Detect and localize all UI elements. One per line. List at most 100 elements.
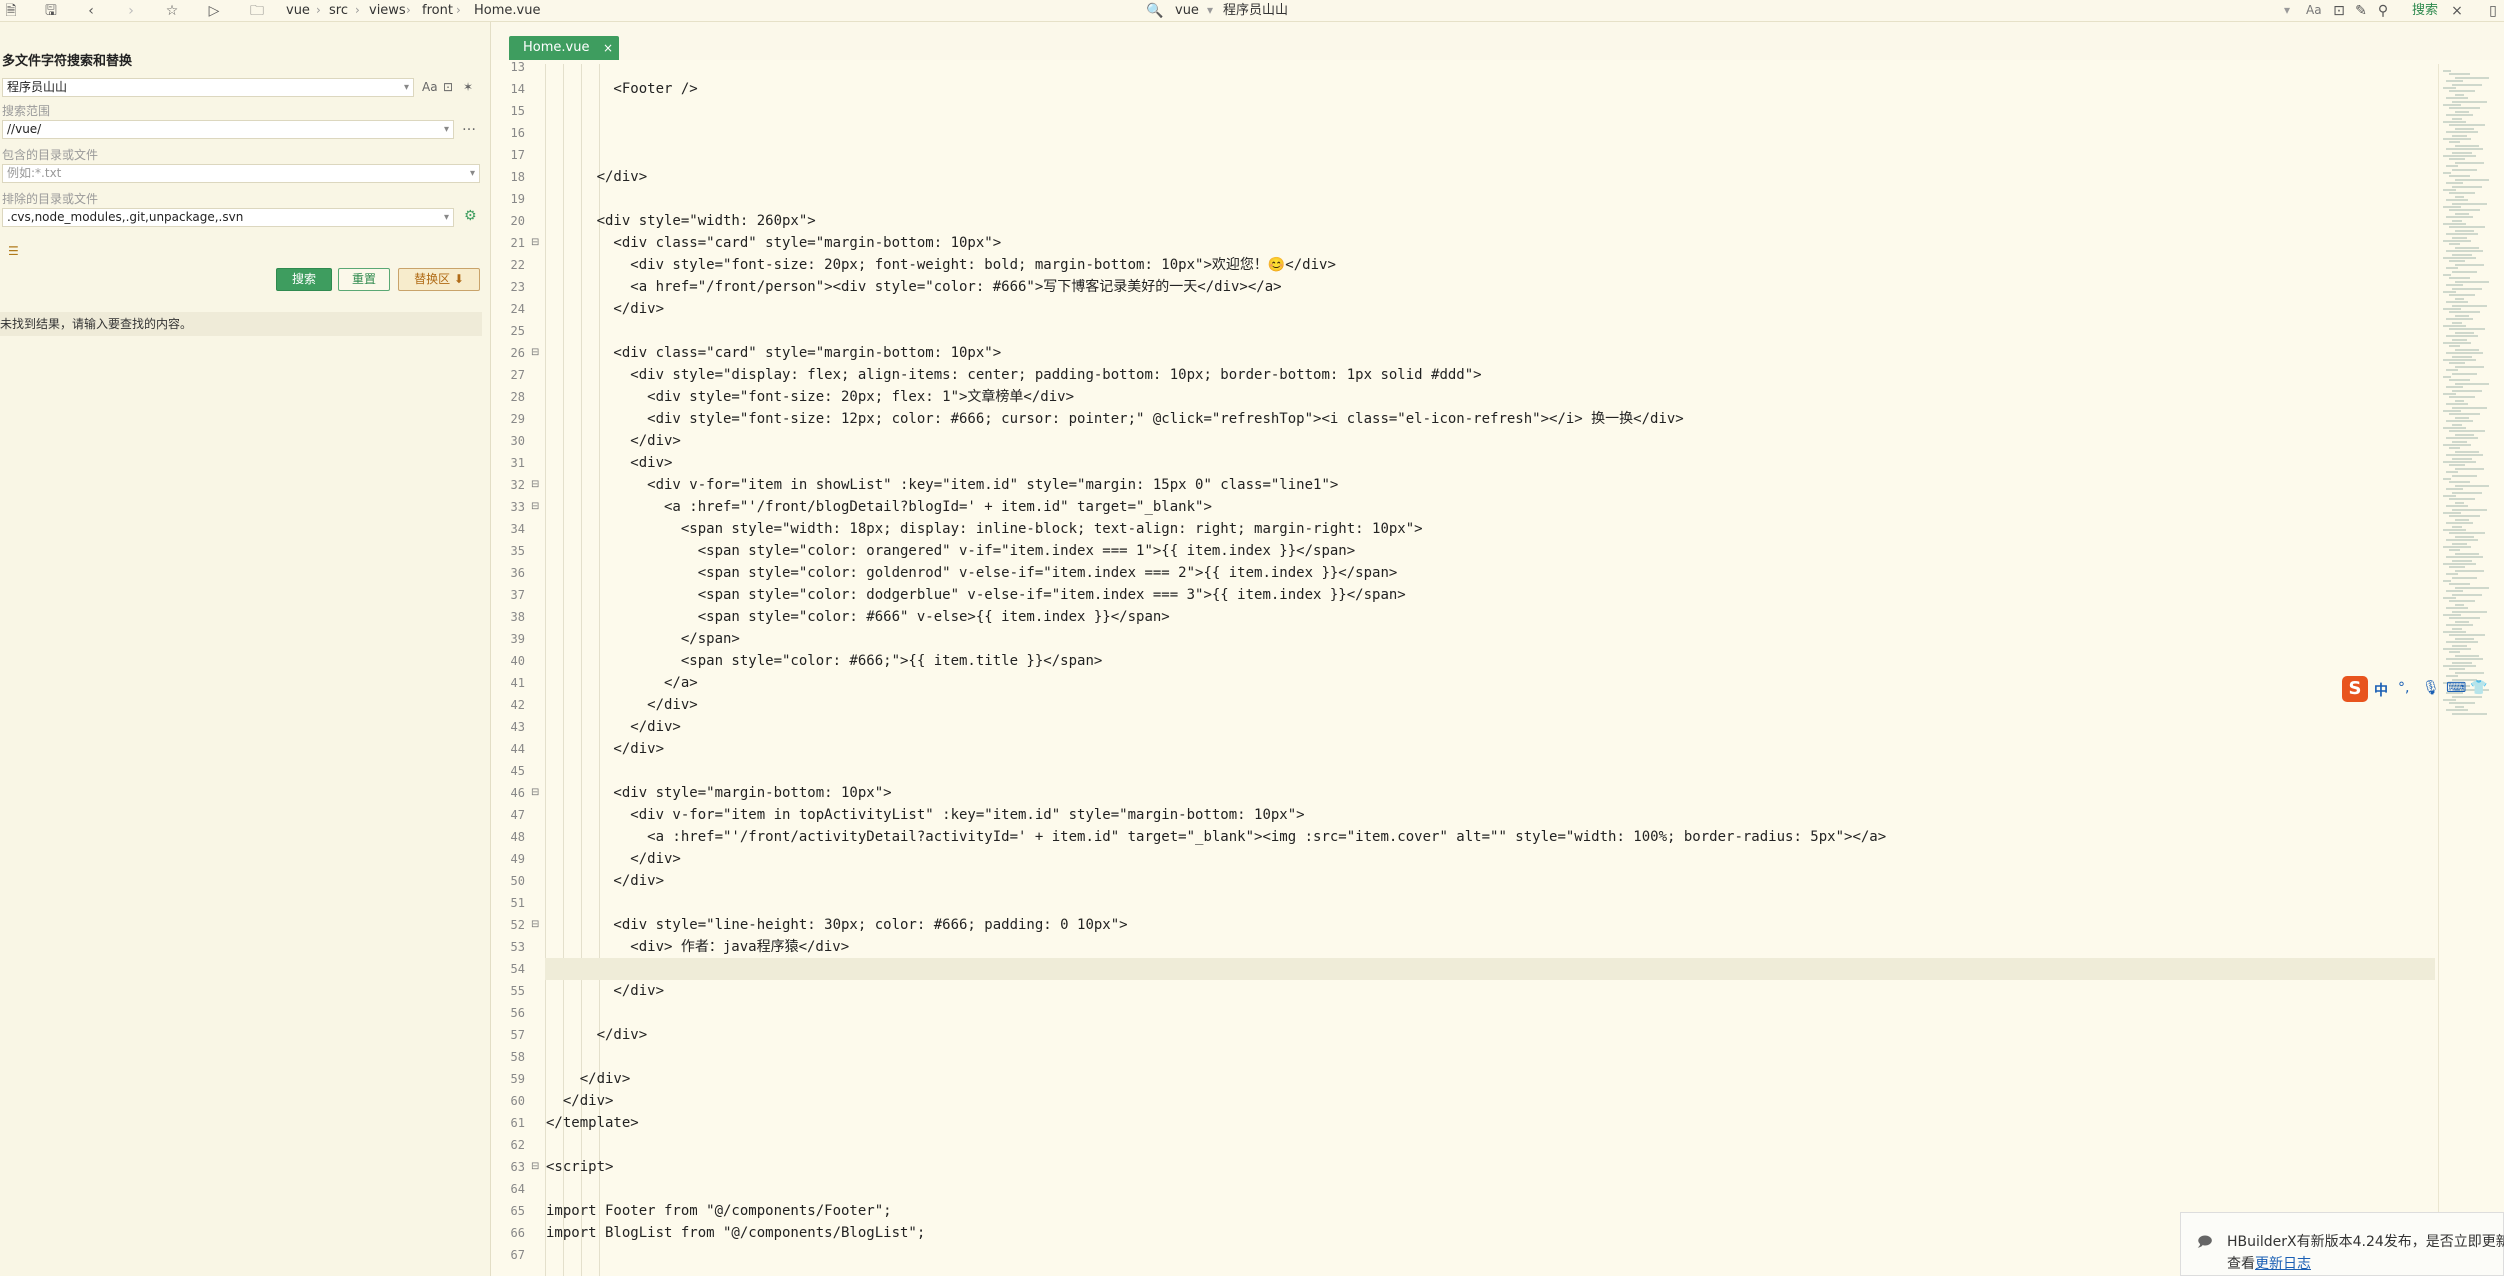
code-line[interactable]: </template> [546,1112,639,1134]
punctuation-icon[interactable]: °, [2398,680,2409,696]
code-line[interactable]: <span style="color: orangered" v-if="ite… [546,540,1355,562]
skin-icon[interactable]: 👕 [2470,680,2487,696]
code-line[interactable]: <div> [546,452,672,474]
breadcrumb-item[interactable]: src [329,2,348,19]
chevron-down-icon[interactable]: ▾ [404,79,409,96]
code-line[interactable]: </div> [546,1024,648,1046]
code-line[interactable]: <span style="width: 18px; display: inlin… [546,518,1423,540]
forward-icon[interactable]: › [122,2,140,20]
chevron-down-icon[interactable]: ▾ [1207,3,1213,17]
code-line[interactable]: </div> [546,980,664,1002]
more-icon[interactable]: … [462,118,476,134]
breadcrumb-item[interactable]: front [422,2,453,19]
panel-icon[interactable]: ▯ [2484,2,2502,20]
replace-toggle-button[interactable]: 替换区 ⬇ [398,268,480,291]
code-line[interactable]: </div> [546,430,681,452]
chevron-down-icon[interactable]: ▾ [2284,3,2290,17]
chevron-down-icon[interactable]: ▾ [444,209,449,226]
code-line[interactable]: </div> [546,738,664,760]
search-button[interactable]: 搜索 [276,268,332,291]
star-icon[interactable]: ☆ [163,2,181,20]
chevron-down-icon[interactable]: ▾ [470,165,475,182]
code-line[interactable]: <script> [546,1156,613,1178]
filter-icon[interactable]: ⚲ [2374,2,2392,20]
code-line[interactable]: <div class="card" style="margin-bottom: … [546,232,1001,254]
file-icon[interactable]: 🗎 [2,2,20,20]
code-line[interactable]: <div v-for="item in topActivityList" :ke… [546,804,1304,826]
code-line[interactable]: <span style="color: #666" v-else>{{ item… [546,606,1170,628]
code-line[interactable]: </a> [546,672,698,694]
replace-history-icon[interactable]: ☰ [8,244,19,258]
code-line[interactable]: </div> [546,298,664,320]
code-line[interactable]: <div style="font-size: 20px; flex: 1">文章… [546,386,1074,408]
code-line[interactable]: <Footer /> [546,78,697,100]
breadcrumb-item[interactable]: Home.vue [474,2,540,19]
fold-toggle-icon[interactable]: ⊟ [531,914,539,936]
code-line[interactable]: </span> [546,628,740,650]
search-scope[interactable]: vue [1175,2,1199,19]
fold-toggle-icon[interactable]: ⊟ [531,474,539,496]
run-icon[interactable]: ▷ [205,2,223,20]
code-line[interactable]: import BlogList from "@/components/BlogL… [546,1222,925,1244]
exclude-input[interactable]: .cvs,node_modules,.git,unpackage,.svn ▾ [2,208,454,227]
settings-icon[interactable]: ⚙ [464,208,477,224]
code-line[interactable]: <div style="width: 260px"> [546,210,816,232]
chevron-down-icon[interactable]: ▾ [444,121,449,138]
code-line[interactable]: <div style="display: flex; align-items: … [546,364,1481,386]
code-editor[interactable]: 13 14 <Footer /> 15 16 17 18 </div> 19 20 <div … [491,60,2439,1276]
code-line[interactable]: <a :href="'/front/blogDetail?blogId=' + … [546,496,1212,518]
code-line[interactable]: <div style="margin-bottom: 10px"> [546,782,891,804]
code-line[interactable]: </div> [546,870,664,892]
back-icon[interactable]: ‹ [82,2,100,20]
code-line[interactable]: </div> [546,694,698,716]
search-input[interactable]: 程序员山山 ▾ [2,78,414,97]
close-icon[interactable]: × [2448,2,2466,20]
save-icon[interactable]: 🖫 [42,2,60,20]
code-line[interactable]: </div> [546,1090,614,1112]
top-search-input[interactable]: 程序员山山 [1223,2,1288,19]
code-line[interactable]: <span style="color: goldenrod" v-else-if… [546,562,1398,584]
minimap-line [2446,131,2478,134]
fold-toggle-icon[interactable]: ⊟ [531,1156,539,1178]
minimap[interactable] [2438,64,2504,1276]
sogou-ime-icon[interactable]: S [2342,676,2368,702]
match-case-icon[interactable]: Aa [2306,2,2322,19]
code-line[interactable]: <div class="card" style="margin-bottom: … [546,342,1001,364]
code-line[interactable]: <div style="line-height: 30px; color: #6… [546,914,1127,936]
breadcrumb-item[interactable]: views [369,2,406,19]
regex-icon[interactable]: ⊡ [443,80,453,94]
changelog-link[interactable]: 更新日志 [2255,1253,2311,1273]
fold-toggle-icon[interactable]: ⊟ [531,782,539,804]
code-line[interactable]: <a :href="'/front/activityDetail?activit… [546,826,1886,848]
scope-input[interactable]: //vue/ ▾ [2,120,454,139]
code-line[interactable]: <div style="font-size: 20px; font-weight… [546,254,1336,276]
reset-button[interactable]: 重置 [338,268,390,291]
fold-toggle-icon[interactable]: ⊟ [531,342,539,364]
code-line[interactable]: </div> [546,1068,631,1090]
code-line[interactable]: <span style="color: #666;">{{ item.title… [546,650,1102,672]
whole-word-icon[interactable]: ✶ [463,80,473,94]
breadcrumb-item[interactable]: vue [286,2,310,19]
code-line[interactable]: </div> [546,716,681,738]
code-line[interactable]: import Footer from "@/components/Footer"… [546,1200,892,1222]
tab-home-vue[interactable]: Home.vue × [509,36,619,60]
code-line[interactable]: <span style="color: dodgerblue" v-else-i… [546,584,1406,606]
match-case-icon[interactable]: Aa [422,80,438,94]
code-line[interactable]: <div> 作者：java程序猿</div> [546,936,849,958]
code-line[interactable]: <div style="font-size: 12px; color: #666… [546,408,1684,430]
microphone-icon[interactable]: 🎙 [2422,680,2440,696]
top-search-button[interactable]: 搜索 [2412,2,2438,19]
keyboard-icon[interactable]: ⌨ [2446,680,2466,696]
fold-toggle-icon[interactable]: ⊟ [531,496,539,518]
highlight-icon[interactable]: ✎ [2352,2,2370,20]
ime-mode-toggle[interactable]: 中 [2374,680,2388,700]
include-input[interactable]: 例如:*.txt ▾ [2,164,480,183]
code-line[interactable]: </div> [546,848,681,870]
fold-toggle-icon[interactable]: ⊟ [531,232,539,254]
code-line[interactable]: </div> [546,166,648,188]
regex-icon[interactable]: ⊡ [2330,2,2348,20]
close-icon[interactable]: × [603,36,613,60]
minimap-line [2449,413,2480,416]
code-line[interactable]: <div v-for="item in showList" :key="item… [546,474,1338,496]
code-line[interactable]: <a href="/front/person"><div style="colo… [546,276,1281,298]
